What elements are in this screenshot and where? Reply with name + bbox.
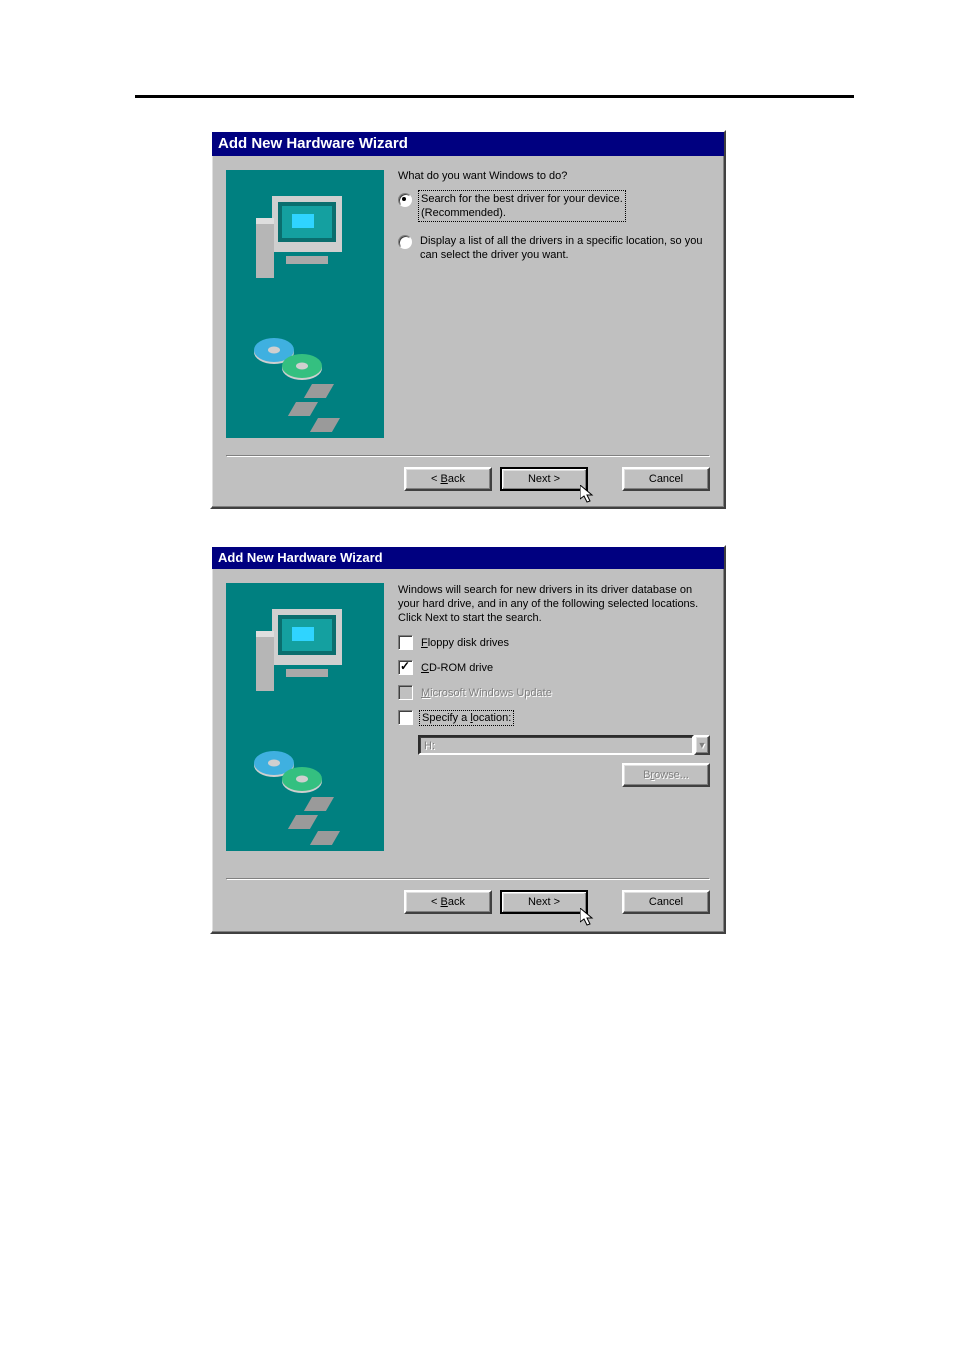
check-specify-label: Specify a location: [421,712,512,724]
wizard-dialog-1: Add New Hardware Wizard [210,130,726,509]
button-divider [226,878,710,880]
option-display-list[interactable]: Display a list of all the drivers in a s… [398,234,710,262]
wizard-sidebar-graphic [226,170,384,438]
checkbox-icon [398,660,413,675]
browse-button: Browse... [622,763,710,787]
checkbox-icon [398,635,413,650]
wizard-prompt: Windows will search for new drivers in i… [398,583,710,625]
check-floppy[interactable]: Floppy disk drives [398,635,710,650]
option-search-best-driver[interactable]: Search for the best driver for your devi… [398,192,710,220]
check-winupdate-label: Microsoft Windows Update [421,687,552,699]
back-button[interactable]: < Back [404,890,492,914]
page-divider [135,95,854,98]
button-divider [226,455,710,457]
check-cdrom-label: CD-ROM drive [421,662,493,674]
next-button[interactable]: Next > [500,467,588,491]
location-input: H: [418,735,694,755]
chevron-down-icon: ▼ [698,740,707,750]
next-button[interactable]: Next > [500,890,588,914]
wizard-sidebar-graphic [226,583,384,851]
check-specify-location[interactable]: Specify a location: [398,710,710,725]
radio-icon [398,235,412,249]
cancel-button[interactable]: Cancel [622,890,710,914]
checkbox-icon [398,685,413,700]
wizard-prompt: What do you want Windows to do? [398,170,710,182]
checkbox-icon [398,710,413,725]
option-list-label: Display a list of all the drivers in a s… [420,234,710,262]
back-button[interactable]: < Back [404,467,492,491]
check-floppy-label: Floppy disk drives [421,637,509,649]
wizard-dialog-2: Add New Hardware Wizard [210,545,726,934]
option-search-label: Search for the best driver for your devi… [420,192,624,220]
check-cdrom[interactable]: CD-ROM drive [398,660,710,675]
check-winupdate: Microsoft Windows Update [398,685,710,700]
radio-icon [398,193,412,207]
location-combo: H: ▼ [418,735,710,755]
title-bar: Add New Hardware Wizard [212,132,724,156]
location-dropdown-button: ▼ [694,735,710,755]
cancel-button[interactable]: Cancel [622,467,710,491]
title-bar: Add New Hardware Wizard [212,547,724,569]
